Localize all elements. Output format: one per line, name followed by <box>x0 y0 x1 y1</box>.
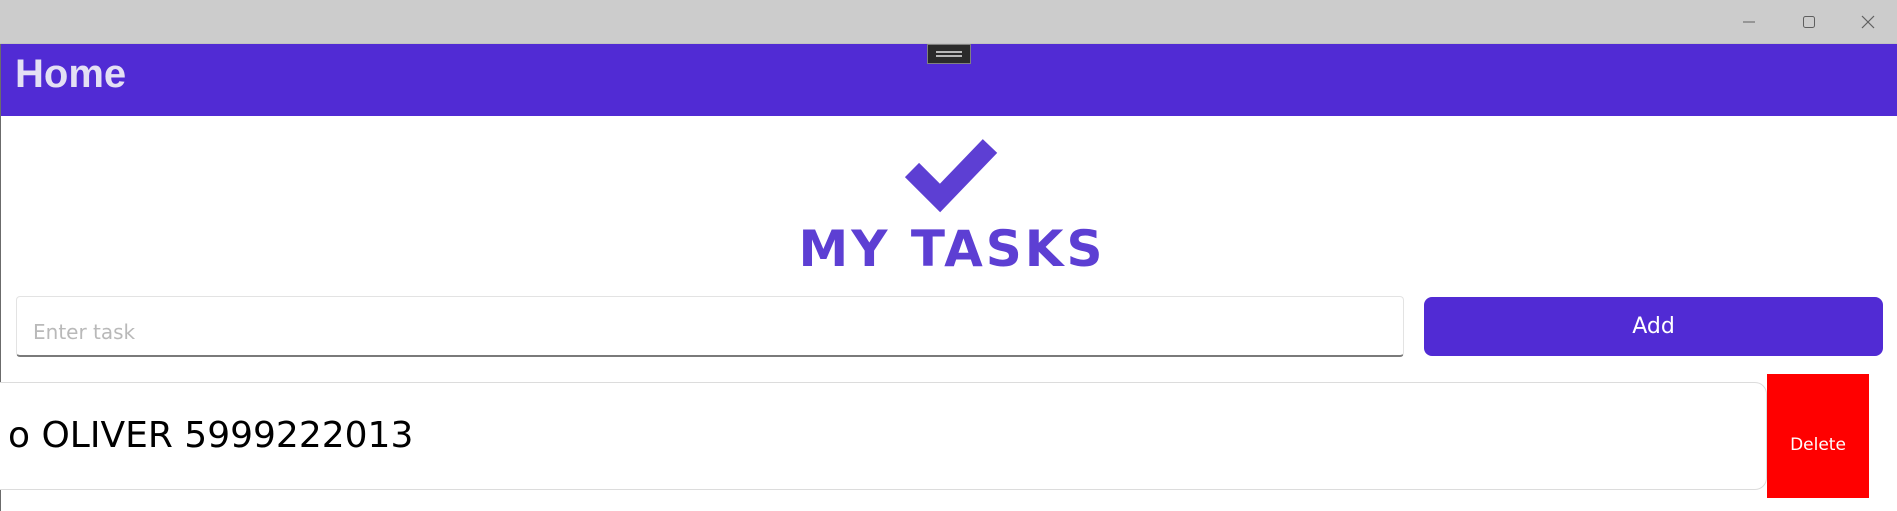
minimize-button[interactable] <box>1720 0 1778 43</box>
minimize-icon <box>1743 21 1755 22</box>
maximize-button[interactable] <box>1780 0 1838 43</box>
grip-line <box>936 55 962 57</box>
add-button[interactable]: Add <box>1424 297 1883 356</box>
close-icon <box>1861 15 1875 28</box>
checkmark-icon <box>904 139 998 213</box>
toolbar-drag-handle[interactable] <box>927 44 971 64</box>
task-card[interactable]: o OLIVER 5999222013 <box>0 382 1767 490</box>
maximize-icon <box>1803 15 1815 28</box>
delete-button[interactable]: Delete <box>1767 374 1869 498</box>
window-titlebar[interactable] <box>0 0 1897 44</box>
page-title: Home <box>15 52 127 96</box>
close-button[interactable] <box>1839 0 1897 43</box>
task-list-item[interactable]: o OLIVER 5999222013 Delete <box>0 374 1897 511</box>
task-text: o OLIVER 5999222013 <box>8 415 414 456</box>
grip-line <box>936 51 962 53</box>
app-logo-text: MY TASKS <box>798 220 1106 278</box>
task-entry-field[interactable] <box>16 296 1404 357</box>
